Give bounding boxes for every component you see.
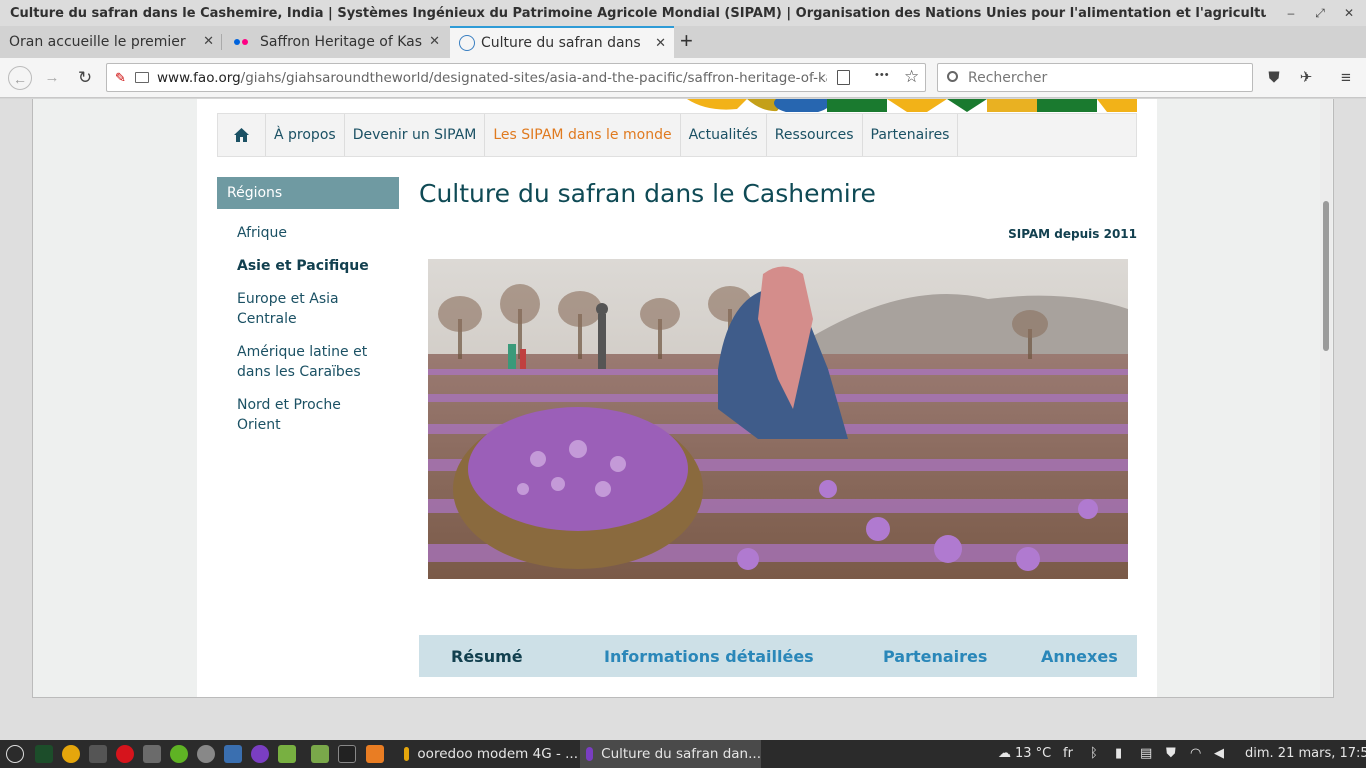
task-ooredoo[interactable]: ooredoo modem 4G - ... [396, 740, 578, 768]
home-icon[interactable] [218, 114, 266, 156]
sidebar-item-asia-pacific[interactable]: Asie et Pacifique [217, 256, 399, 276]
nav-become-sipam[interactable]: Devenir un SIPAM [345, 114, 486, 156]
nav-resources[interactable]: Ressources [767, 114, 863, 156]
scrollbar-thumb[interactable] [1323, 201, 1329, 351]
tab-detailed-info[interactable]: Informations détaillées [604, 647, 814, 666]
image-icon [135, 72, 149, 83]
chrome-icon[interactable] [62, 745, 80, 763]
regions-heading: Régions [217, 177, 399, 209]
tab-partners[interactable]: Partenaires [883, 647, 987, 666]
taskbar: ooredoo modem 4G - ... Culture du safran… [0, 740, 1366, 768]
tab-label: Saffron Heritage of Kashmir [260, 34, 422, 50]
tools-icon[interactable] [143, 745, 161, 763]
terminal-icon[interactable] [338, 745, 356, 763]
settings-icon[interactable] [89, 745, 107, 763]
sidebar-item-latin-america[interactable]: Amérique latine et dans les Caraïbes [217, 342, 399, 382]
back-icon[interactable]: ← [8, 66, 32, 90]
page-viewport: À propos Devenir un SIPAM Les SIPAM dans… [0, 99, 1366, 740]
url-bar[interactable]: ✎ www.fao.org/giahs/giahsaroundtheworld/… [106, 63, 926, 92]
new-tab-button[interactable]: + [680, 28, 693, 54]
clipboard-icon[interactable]: ▤ [1140, 746, 1152, 761]
search-bar[interactable]: Rechercher [937, 63, 1253, 92]
task-label: ooredoo modem 4G - ... [417, 746, 578, 762]
task-label: Culture du safran dan... [601, 746, 761, 762]
hamburger-menu-icon[interactable]: ≡ [1334, 66, 1358, 90]
globe-icon [459, 35, 475, 51]
page-title: Culture du safran dans le Cashemire [419, 179, 876, 208]
keyboard-layout[interactable]: fr [1063, 746, 1073, 761]
chrome-icon [404, 747, 410, 761]
reload-icon[interactable]: ↻ [73, 66, 97, 90]
bookmark-star-icon[interactable]: ☆ [904, 67, 919, 87]
close-tab-icon[interactable]: ✕ [429, 34, 440, 49]
tab-culture-safran[interactable]: Culture du safran dans le Ca ✕ [450, 26, 674, 58]
android-icon[interactable] [170, 745, 188, 763]
folder-icon[interactable] [311, 745, 329, 763]
nav-about[interactable]: À propos [266, 114, 345, 156]
battery-icon[interactable]: ▮ [1115, 746, 1122, 761]
shield-icon[interactable]: ⛊ [1166, 746, 1176, 761]
flickr-icon [234, 39, 250, 45]
saffron-field-photo [428, 259, 1128, 579]
navigation-toolbar: ← → ↻ ✎ www.fao.org/giahs/giahsaroundthe… [0, 58, 1366, 98]
forward-icon[interactable]: → [40, 66, 64, 90]
bluetooth-icon[interactable]: ᛒ [1090, 746, 1098, 761]
tab-saffron-heritage[interactable]: Saffron Heritage of Kashmir ✕ [222, 26, 448, 58]
weather-temp[interactable]: 13 °C [1015, 746, 1051, 761]
wifi-icon[interactable]: ◠ [1190, 746, 1201, 761]
search-icon [947, 71, 958, 82]
search-input[interactable]: Rechercher [968, 70, 1047, 86]
extension-icon[interactable]: ✈ [1294, 66, 1318, 90]
nav-sipam-world[interactable]: Les SIPAM dans le monde [485, 114, 681, 156]
site-main-nav: À propos Devenir un SIPAM Les SIPAM dans… [217, 113, 1137, 157]
minimize-button[interactable]: – [1282, 4, 1300, 22]
maximize-button[interactable]: ⤢ [1311, 4, 1329, 22]
close-tab-icon[interactable]: ✕ [203, 34, 214, 49]
sidebar-item-africa[interactable]: Afrique [217, 223, 399, 243]
url-path: /giahs/giahsaroundtheworld/designated-si… [240, 70, 827, 86]
close-window-button[interactable]: ✕ [1340, 4, 1358, 22]
tab-label: Oran accueille le premier salon n [9, 34, 190, 50]
volume-icon[interactable]: ◀ [1214, 746, 1224, 761]
vertical-scrollbar[interactable] [1320, 99, 1332, 697]
sipam-since-label: SIPAM depuis 2011 [1008, 227, 1137, 241]
opera-icon[interactable] [116, 745, 134, 763]
tab-summary[interactable]: Résumé [451, 647, 523, 666]
disk-icon[interactable] [197, 745, 215, 763]
content-tabs: Résumé Informations détaillées Partenair… [419, 635, 1137, 677]
close-tab-icon[interactable]: ✕ [655, 36, 666, 51]
url-text[interactable]: www.fao.org/giahs/giahsaroundtheworld/de… [157, 70, 827, 86]
tab-label: Culture du safran dans le Ca [481, 35, 645, 51]
window-title: Culture du safran dans le Cashemire, Ind… [10, 5, 1266, 21]
system-monitor-icon[interactable] [35, 745, 53, 763]
clock[interactable]: dim. 21 mars, 17:56 [1245, 746, 1366, 761]
tab-oran[interactable]: Oran accueille le premier salon n ✕ [0, 26, 222, 58]
window-titlebar: Culture du safran dans le Cashemire, Ind… [0, 0, 1366, 26]
firefox-icon[interactable] [366, 745, 384, 763]
tor-icon[interactable] [251, 745, 269, 763]
nav-news[interactable]: Actualités [681, 114, 767, 156]
main-content: Culture du safran dans le Cashemire SIPA… [419, 177, 1137, 677]
tor-icon [586, 747, 594, 761]
menu-icon[interactable] [6, 745, 24, 763]
header-banner-logo [687, 99, 1137, 112]
nav-partners[interactable]: Partenaires [863, 114, 959, 156]
shield-icon[interactable]: ⛊ [1262, 66, 1286, 90]
url-domain: www.fao.org [157, 70, 241, 86]
tab-annexes[interactable]: Annexes [1041, 647, 1118, 666]
task-culture-safran[interactable]: Culture du safran dan... [580, 740, 761, 768]
sidebar-item-europe-central-asia[interactable]: Europe et Asia Centrale [217, 289, 399, 329]
camera-icon[interactable] [224, 745, 242, 763]
weather-icon[interactable]: ☁ [998, 746, 1011, 761]
reader-view-icon[interactable] [837, 70, 850, 85]
page-actions-icon[interactable]: ••• [875, 69, 890, 81]
webpage: À propos Devenir un SIPAM Les SIPAM dans… [197, 99, 1157, 697]
tracking-blocked-icon[interactable]: ✎ [115, 70, 126, 86]
window-icon[interactable] [278, 745, 296, 763]
sidebar-item-near-east[interactable]: Nord et Proche Orient [217, 395, 399, 435]
regions-sidebar: Régions Afrique Asie et Pacifique Europe… [217, 177, 399, 435]
